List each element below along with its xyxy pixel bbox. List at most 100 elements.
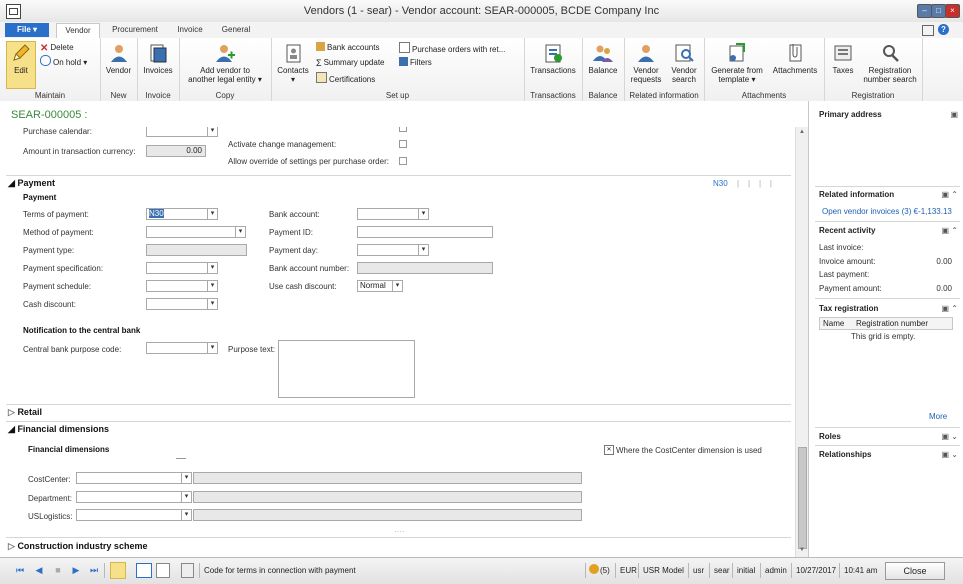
central-bank-purpose-code-field[interactable]: [146, 342, 208, 354]
retail-section-header[interactable]: ▷ Retail: [8, 407, 42, 418]
purchase-calendar-dropdown[interactable]: ▾: [207, 127, 218, 137]
tab-file[interactable]: File ▾: [5, 23, 49, 37]
vendor-button[interactable]: Vendor: [102, 42, 135, 75]
layout-view-icon[interactable]: [136, 563, 152, 578]
terms-of-payment-field[interactable]: N30: [146, 208, 208, 220]
collapse-icon[interactable]: ▣ ⌃: [942, 304, 958, 313]
method-of-payment-dropdown[interactable]: ▾: [235, 226, 246, 238]
use-cash-discount-dropdown[interactable]: ▾: [392, 280, 403, 292]
method-of-payment-field[interactable]: [146, 226, 236, 238]
cash-discount-field[interactable]: [146, 298, 208, 310]
pane-options-icon[interactable]: ▣: [950, 110, 958, 119]
currency[interactable]: EUR: [620, 566, 637, 575]
collapse-icon[interactable]: ▣ ⌃: [942, 226, 958, 235]
next-record-icon[interactable]: ▶: [70, 564, 82, 576]
attachments-button[interactable]: Attachments: [768, 42, 822, 75]
costcenter-field[interactable]: [76, 472, 182, 484]
vendor-search-button[interactable]: Vendor search: [666, 42, 702, 84]
stop-icon[interactable]: ■: [52, 564, 64, 576]
doc-view-icon[interactable]: [156, 563, 170, 578]
close-button[interactable]: Close: [885, 562, 945, 580]
first-record-icon[interactable]: ⏮: [14, 564, 26, 576]
department-field[interactable]: [76, 491, 182, 503]
on-hold-button[interactable]: On hold ▾: [40, 55, 87, 67]
last-record-icon[interactable]: ⏭: [88, 564, 100, 576]
session-date[interactable]: 10/27/2017: [796, 566, 836, 575]
edit-mode-icon[interactable]: [110, 562, 126, 579]
allow-override-checkbox[interactable]: [399, 157, 407, 165]
vendor-requests-button[interactable]: Vendor requests: [628, 42, 664, 84]
close-icon[interactable]: ×: [945, 4, 960, 18]
where-used-checkbox[interactable]: ✕: [604, 445, 614, 455]
delete-button[interactable]: ✕ Delete: [40, 42, 74, 54]
bank-account-field[interactable]: [357, 208, 419, 220]
uslogistics-dropdown[interactable]: ▾: [181, 509, 192, 521]
scrollbar-thumb[interactable]: [798, 447, 807, 549]
edit-button[interactable]: Edit: [6, 41, 36, 89]
more-link[interactable]: More: [929, 412, 947, 421]
maximize-icon[interactable]: □: [931, 4, 946, 18]
scroll-down-icon[interactable]: ▼: [799, 547, 805, 553]
roles-header[interactable]: Roles: [819, 432, 841, 441]
purchase-calendar-field[interactable]: [146, 127, 208, 137]
tab-invoice[interactable]: Invoice: [170, 23, 210, 37]
payment-type-field[interactable]: [146, 244, 247, 256]
minimize-icon[interactable]: –: [917, 4, 932, 18]
construction-industry-scheme-section-header[interactable]: ▷ Construction industry scheme: [8, 541, 147, 552]
purchase-orders-button[interactable]: Purchase orders with ret...: [399, 42, 505, 54]
tab-procurement[interactable]: Procurement: [104, 23, 166, 37]
payment-specification-dropdown[interactable]: ▾: [207, 262, 218, 274]
form-scrollbar[interactable]: ▲ ▼: [795, 127, 808, 557]
central-bank-purpose-code-dropdown[interactable]: ▾: [207, 342, 218, 354]
payment-schedule-field[interactable]: [146, 280, 208, 292]
activate-change-management-checkbox[interactable]: [399, 140, 407, 148]
previous-record-icon[interactable]: ◀: [33, 564, 45, 576]
invoices-button[interactable]: Invoices: [140, 42, 176, 75]
payment-id-field[interactable]: [357, 226, 493, 238]
certifications-button[interactable]: Certifications: [316, 72, 375, 84]
company[interactable]: sear: [714, 566, 730, 575]
related-information-header[interactable]: Related information: [819, 190, 894, 199]
balance-button[interactable]: Balance: [584, 42, 622, 75]
payment-day-field[interactable]: [357, 244, 419, 256]
tab-general[interactable]: General: [216, 23, 256, 37]
bank-account-dropdown[interactable]: ▾: [418, 208, 429, 220]
expand-icon[interactable]: ▣ ⌄: [942, 450, 958, 459]
resize-grip[interactable]: ····: [394, 527, 405, 536]
notification-count[interactable]: (5): [600, 566, 610, 575]
use-cash-discount-field[interactable]: Normal: [357, 280, 393, 292]
tab-vendor[interactable]: Vendor: [56, 23, 100, 39]
summary-update-button[interactable]: Σ Summary update: [316, 57, 385, 68]
payment-day-dropdown[interactable]: ▾: [418, 244, 429, 256]
help-icon[interactable]: ?: [938, 24, 949, 35]
layout-icon[interactable]: [922, 25, 934, 36]
recent-activity-header[interactable]: Recent activity: [819, 226, 875, 235]
attachments-status-icon[interactable]: [181, 563, 194, 578]
generate-from-template-button[interactable]: Generate from template ▾: [706, 42, 768, 84]
relationships-header[interactable]: Relationships: [819, 450, 871, 459]
filters-button[interactable]: Filters: [399, 57, 432, 68]
terms-of-payment-dropdown[interactable]: ▾: [207, 208, 218, 220]
tax-registration-header[interactable]: Tax registration: [819, 304, 878, 313]
scroll-up-icon[interactable]: ▲: [799, 129, 805, 135]
taxes-button[interactable]: Taxes: [826, 42, 860, 75]
amount-in-transaction-currency-field[interactable]: 0.00: [146, 145, 206, 157]
add-vendor-to-legal-entity-button[interactable]: Add vendor to another legal entity ▾: [181, 42, 269, 84]
department-dropdown[interactable]: ▾: [181, 491, 192, 503]
collapse-icon[interactable]: ▣ ⌃: [942, 190, 958, 199]
bank-account-number-field[interactable]: [357, 262, 493, 274]
partial-checkbox[interactable]: [399, 127, 407, 132]
payment-schedule-dropdown[interactable]: ▾: [207, 280, 218, 292]
registration-number-search-button[interactable]: Registration number search: [860, 42, 920, 84]
primary-address-header[interactable]: Primary address: [819, 110, 882, 119]
purpose-text-area[interactable]: [278, 340, 415, 398]
transactions-button[interactable]: Transactions: [526, 42, 580, 75]
contacts-button[interactable]: Contacts ▾: [273, 42, 313, 84]
bank-accounts-button[interactable]: Bank accounts: [316, 42, 379, 53]
payment-section-header[interactable]: ◢ Payment: [8, 178, 55, 189]
financial-dimensions-section-header[interactable]: ◢ Financial dimensions: [8, 424, 109, 435]
open-vendor-invoices-link[interactable]: Open vendor invoices (3) €-1,133.13: [822, 207, 952, 216]
uslogistics-field[interactable]: [76, 509, 182, 521]
cash-discount-dropdown[interactable]: ▾: [207, 298, 218, 310]
notification-bell-icon[interactable]: [589, 564, 599, 574]
